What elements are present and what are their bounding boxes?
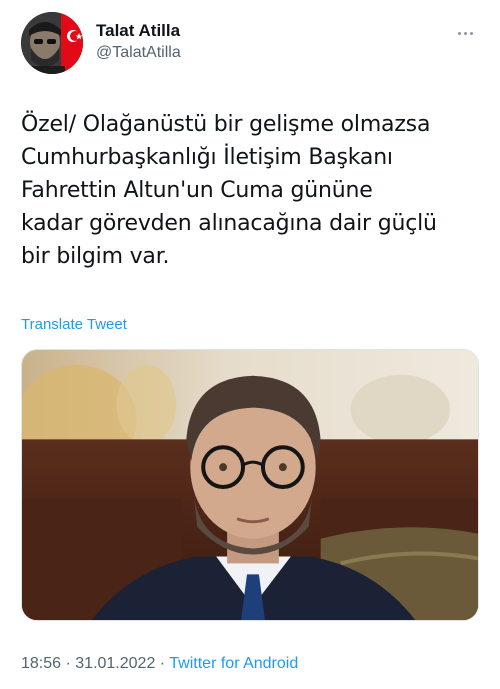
turkish-flag-icon xyxy=(61,12,83,74)
tweet-time[interactable]: 18:56 xyxy=(21,655,61,672)
display-name[interactable]: Talat Atilla xyxy=(96,20,181,42)
avatar[interactable] xyxy=(21,12,83,74)
avatar-image xyxy=(21,12,83,74)
more-dots-icon[interactable] xyxy=(458,22,480,35)
tweet-date[interactable]: 31.01.2022 xyxy=(75,655,155,672)
tweet-header: Talat Atilla @TalatAtilla xyxy=(21,12,480,78)
tweet-source-link[interactable]: Twitter for Android xyxy=(169,655,298,672)
translate-tweet-link[interactable]: Translate Tweet xyxy=(21,316,127,333)
meta-separator: · xyxy=(155,655,170,672)
meta-separator: · xyxy=(61,655,76,672)
tweet-photo[interactable] xyxy=(21,349,479,621)
user-handle[interactable]: @TalatAtilla xyxy=(96,42,181,64)
tweet-text: Özel/ Olağanüstü bir gelişme olmazsa Cum… xyxy=(21,112,437,269)
portrait-image xyxy=(22,350,478,620)
tweet-meta: 18:56 · 31.01.2022 · Twitter for Android xyxy=(21,655,298,673)
